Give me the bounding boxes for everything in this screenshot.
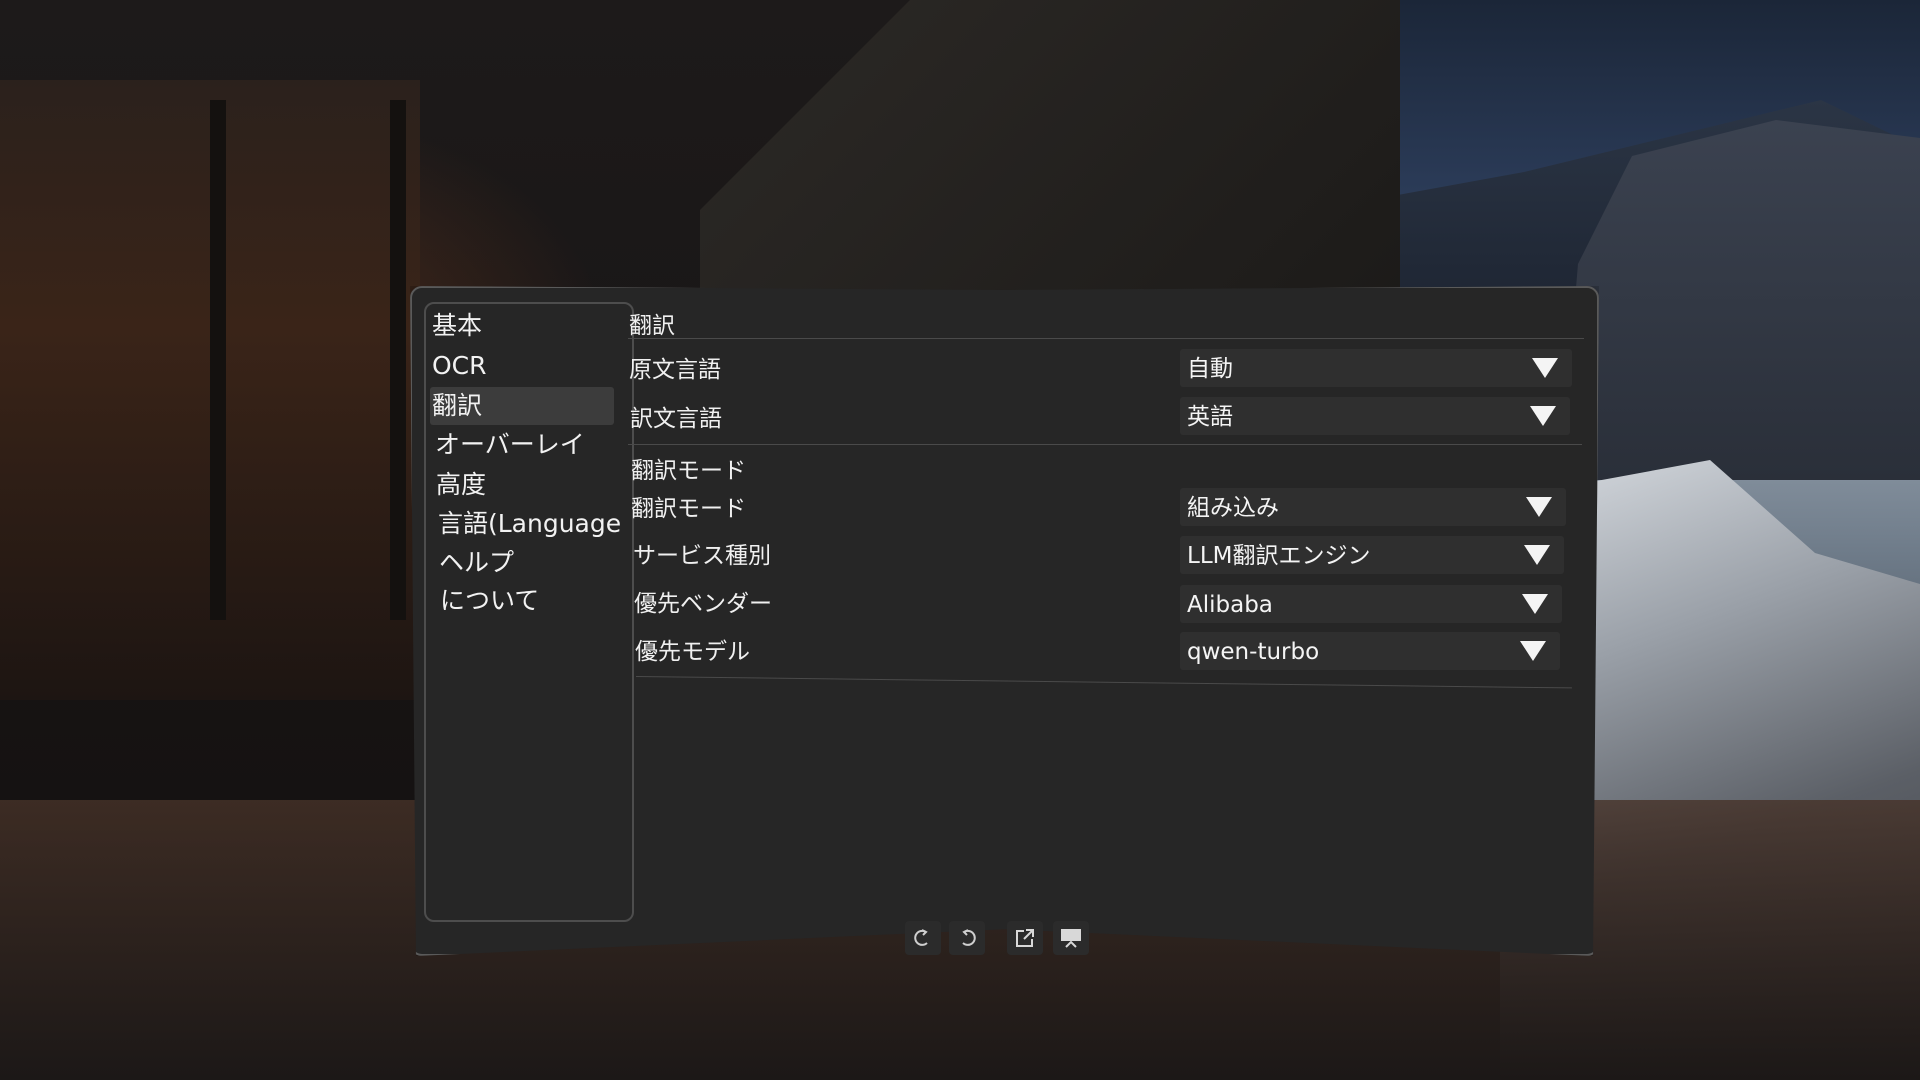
dropdown-value: 英語	[1187, 404, 1233, 430]
source-language-dropdown[interactable]: 自動	[1180, 349, 1572, 387]
preferred-vendor-label: 優先ベンダー	[634, 591, 772, 617]
sidebar-item-label: 基本	[432, 311, 483, 340]
sidebar-item-ocr[interactable]: OCR	[430, 347, 614, 385]
chevron-down-icon	[1524, 545, 1550, 565]
sidebar-item-label: 言語(Language	[438, 509, 622, 538]
title-divider	[628, 338, 1584, 339]
chevron-down-icon	[1526, 497, 1552, 517]
sidebar-item-language[interactable]: 言語(Language	[436, 505, 622, 543]
translation-mode-dropdown[interactable]: 組み込み	[1180, 488, 1566, 526]
section-divider	[628, 444, 1582, 445]
sidebar-item-label: 高度	[436, 470, 487, 499]
chevron-down-icon	[1532, 358, 1558, 378]
rotate-left-button[interactable]	[905, 921, 941, 955]
dropdown-value: Alibaba	[1187, 592, 1273, 618]
dropdown-value: 組み込み	[1187, 495, 1279, 521]
translation-mode-label: 翻訳モード	[631, 496, 746, 522]
rotate-right-button[interactable]	[949, 921, 985, 955]
service-type-dropdown[interactable]: LLM翻訳エンジン	[1180, 536, 1564, 574]
panel-toolbar	[905, 921, 1095, 955]
service-type-label: サービス種別	[633, 543, 771, 569]
dropdown-value: 自動	[1187, 356, 1233, 382]
sidebar-item-help[interactable]: ヘルプ	[437, 544, 621, 582]
wooden-beam	[390, 100, 406, 620]
sidebar-item-label: OCR	[432, 351, 487, 380]
rotate-right-icon	[962, 929, 976, 946]
sidebar-item-label: オーバーレイ	[435, 430, 585, 459]
pop-out-icon	[1016, 929, 1034, 947]
chevron-down-icon	[1530, 406, 1556, 426]
sidebar-item-advanced[interactable]: 高度	[434, 466, 618, 504]
dropdown-value: LLM翻訳エンジン	[1187, 543, 1371, 569]
preferred-vendor-dropdown[interactable]: Alibaba	[1180, 585, 1562, 623]
collapse-panel-button[interactable]	[1053, 921, 1089, 955]
preferred-model-dropdown[interactable]: qwen-turbo	[1180, 632, 1560, 670]
translation-mode-section-title: 翻訳モード	[631, 458, 746, 484]
chevron-down-icon	[1520, 641, 1546, 661]
collapse-panel-icon	[1061, 929, 1081, 948]
target-language-label: 訳文言語	[630, 406, 722, 432]
page-title: 翻訳	[629, 313, 675, 339]
preferred-model-label: 優先モデル	[635, 639, 750, 665]
sidebar-item-label: ヘルプ	[439, 548, 515, 577]
dropdown-value: qwen-turbo	[1187, 639, 1320, 665]
sidebar-item-translation[interactable]: 翻訳	[430, 387, 614, 425]
sidebar-item-label: 翻訳	[432, 391, 483, 420]
target-language-dropdown[interactable]: 英語	[1180, 397, 1570, 435]
sidebar-item-basic[interactable]: 基本	[430, 307, 614, 345]
chevron-down-icon	[1522, 594, 1548, 614]
wooden-beam	[210, 100, 226, 620]
source-language-label: 原文言語	[629, 357, 721, 383]
sidebar-item-overlay[interactable]: オーバーレイ	[433, 426, 617, 464]
sidebar-item-about[interactable]: について	[438, 582, 622, 620]
rotate-left-icon	[914, 929, 928, 946]
sidebar-item-label: について	[440, 586, 540, 615]
pop-out-button[interactable]	[1007, 921, 1043, 955]
